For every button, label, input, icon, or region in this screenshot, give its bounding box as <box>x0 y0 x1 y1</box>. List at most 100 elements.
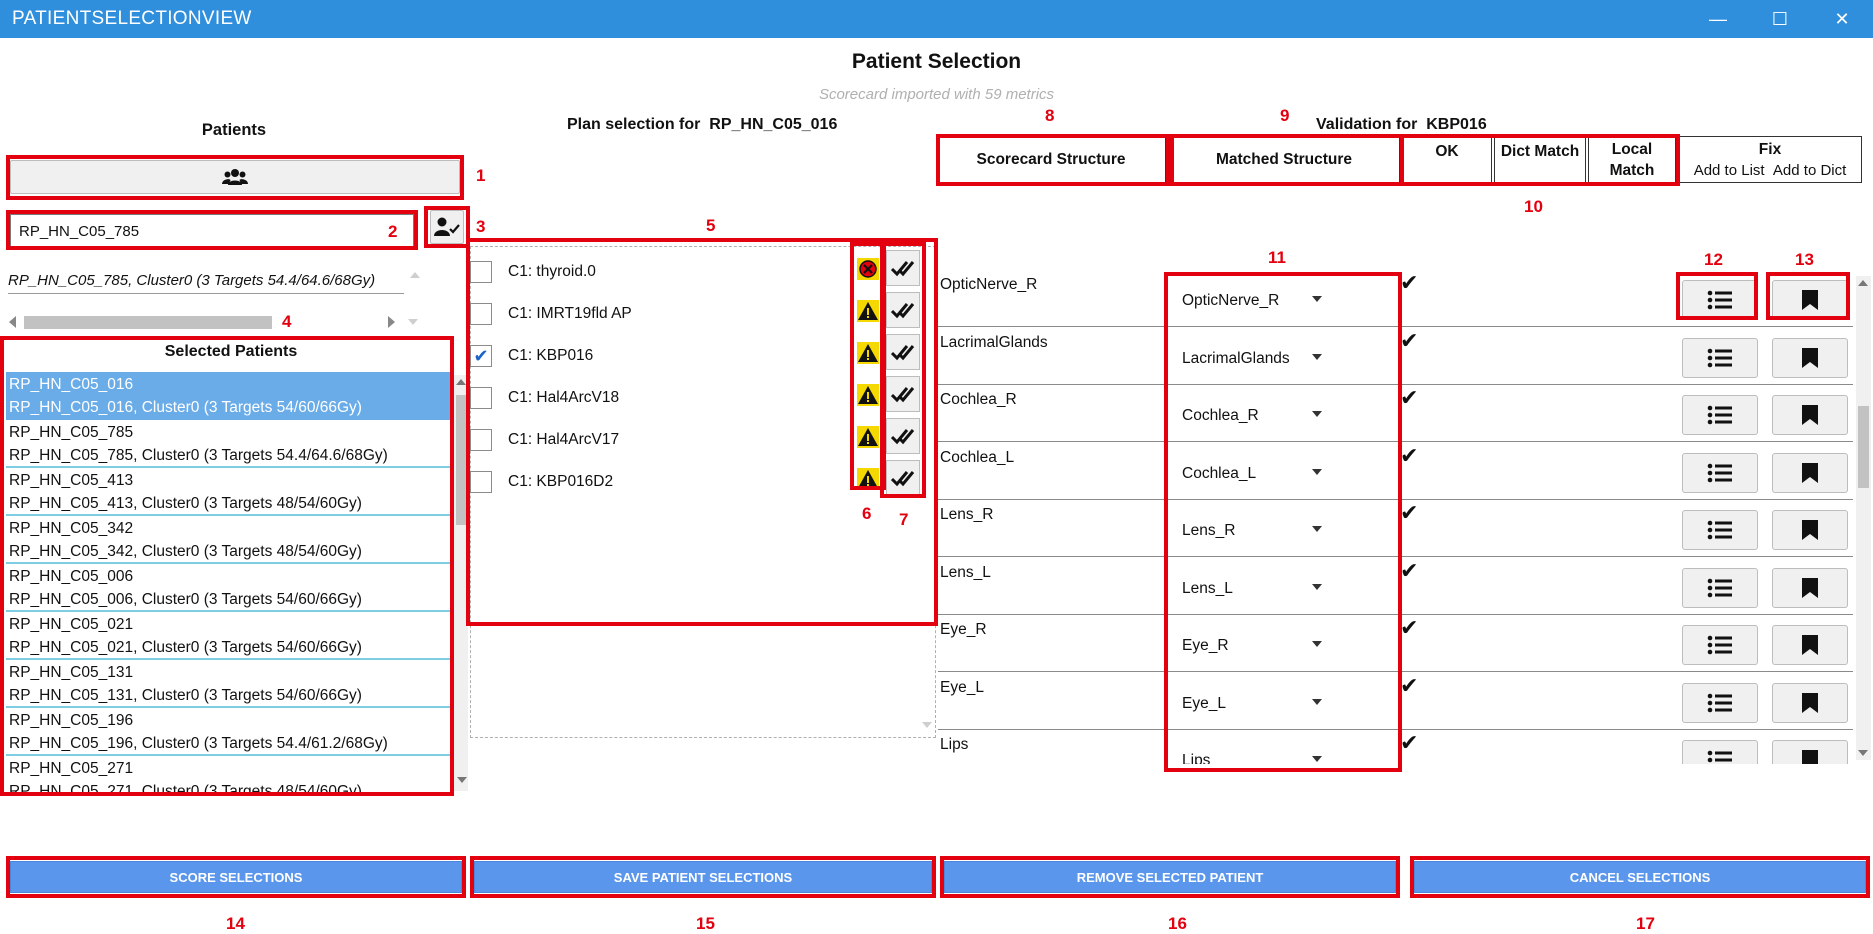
plan-checkbox[interactable] <box>470 429 492 451</box>
patient-search-input[interactable]: RP_HN_C05_785 <box>10 214 414 248</box>
callout-6: 6 <box>862 504 872 523</box>
patients-scroll-up-icon[interactable] <box>456 379 466 385</box>
double-check-icon <box>891 387 915 403</box>
plan-list-item[interactable]: C1: KBP016D2 <box>470 462 613 502</box>
remove-selected-patient-button[interactable]: REMOVE SELECTED PATIENT <box>944 861 1396 893</box>
double-check-icon <box>891 429 915 445</box>
add-to-list-button[interactable] <box>1682 280 1758 320</box>
add-to-list-button[interactable] <box>1682 510 1758 550</box>
warning-icon <box>857 426 879 448</box>
score-selections-button[interactable]: SCORE SELECTIONS <box>10 861 462 893</box>
add-to-dict-button[interactable] <box>1772 337 1848 378</box>
matched-structure-select[interactable]: Lens_R <box>1174 512 1328 550</box>
add-to-dict-button[interactable] <box>1772 567 1848 608</box>
matched-structure-select[interactable]: Eye_R <box>1174 627 1328 665</box>
matched-structure-select[interactable]: LacrimalGlands <box>1174 339 1328 378</box>
add-to-list-button[interactable] <box>1682 452 1758 493</box>
scorecard-structure-name: OpticNerve_R <box>940 276 1038 293</box>
save-patient-selections-button[interactable]: SAVE PATIENT SELECTIONS <box>474 861 932 893</box>
add-to-list-button[interactable] <box>1682 682 1758 723</box>
page-title: Patient Selection <box>851 50 1022 73</box>
header-add-dict-label: Add to Dict <box>1772 161 1847 179</box>
matched-structure-select[interactable]: Cochlea_R <box>1174 397 1328 435</box>
callout-13: 13 <box>1795 250 1814 269</box>
plan-checkbox[interactable] <box>470 303 492 325</box>
patient-list-item[interactable]: RP_HN_C05_785 RP_HN_C05_785, Cluster0 (3 … <box>6 420 452 468</box>
patient-list-item[interactable]: RP_HN_C05_016 RP_HN_C05_016, Cluster0 (3 … <box>6 372 452 420</box>
warning-icon <box>857 384 879 406</box>
add-patient-button[interactable] <box>430 210 464 244</box>
add-to-dict-button[interactable] <box>1772 280 1848 320</box>
plan-list-item[interactable]: C1: Hal4ArcV17 <box>470 420 619 460</box>
header-ok-label: OK <box>1435 143 1459 160</box>
scorecard-status: Scorecard imported with 59 metrics <box>818 86 1055 103</box>
plan-list-item[interactable]: C1: thyroid.0 <box>470 252 596 292</box>
patient-list-item[interactable]: RP_HN_C05_413 RP_HN_C05_413, Cluster0 (3 … <box>6 468 452 516</box>
add-to-dict-button[interactable] <box>1772 510 1848 550</box>
close-button[interactable]: ✕ <box>1814 0 1870 38</box>
plan-checkbox[interactable] <box>470 261 492 283</box>
add-to-list-button[interactable] <box>1682 395 1758 435</box>
add-to-list-button[interactable] <box>1682 740 1758 764</box>
patient-browser-button[interactable] <box>10 160 460 194</box>
validate-plan-button[interactable] <box>886 460 920 496</box>
add-to-dict-button[interactable] <box>1772 682 1848 723</box>
matched-structure-select[interactable]: Lens_L <box>1174 569 1328 608</box>
validate-plan-button[interactable] <box>886 292 920 328</box>
hscroll-thumb[interactable] <box>24 316 272 329</box>
patients-heading: Patients <box>201 121 267 139</box>
maximize-button[interactable]: ☐ <box>1752 0 1808 38</box>
list-icon <box>1707 635 1732 655</box>
add-to-dict-button[interactable] <box>1772 452 1848 493</box>
selected-patients-list[interactable]: RP_HN_C05_016 RP_HN_C05_016, Cluster0 (3 … <box>6 372 452 792</box>
plan-list-item[interactable]: C1: Hal4ArcV18 <box>470 378 619 418</box>
patient-list-item[interactable]: RP_HN_C05_271 RP_HN_C05_271, Cluster0 (3 … <box>6 756 452 792</box>
patient-list-item[interactable]: RP_HN_C05_342 RP_HN_C05_342, Cluster0 (3 … <box>6 516 452 564</box>
plan-list-item[interactable]: ✔ C1: KBP016 <box>470 336 593 376</box>
validate-plan-button[interactable] <box>886 334 920 370</box>
validation-scroll-thumb[interactable] <box>1858 406 1869 488</box>
add-to-list-button[interactable] <box>1682 567 1758 608</box>
hscroll-right-icon[interactable] <box>388 316 395 328</box>
validation-scroll-down-icon[interactable] <box>1858 750 1868 756</box>
matched-structure-select[interactable]: Eye_L <box>1174 684 1328 723</box>
patient-id: RP_HN_C05_342 <box>9 520 134 537</box>
patient-list-item[interactable]: RP_HN_C05_006 RP_HN_C05_006, Cluster0 (3 … <box>6 564 452 612</box>
matched-structure-select[interactable]: OpticNerve_R <box>1174 282 1328 320</box>
validate-plan-button[interactable] <box>886 250 920 286</box>
validate-plan-button[interactable] <box>886 376 920 412</box>
cancel-selections-button[interactable]: CANCEL SELECTIONS <box>1414 861 1866 893</box>
add-to-list-button[interactable] <box>1682 337 1758 378</box>
validation-row: OpticNerve_R OpticNerve_R ✔ <box>938 270 1853 327</box>
patient-list-item[interactable]: RP_HN_C05_021 RP_HN_C05_021, Cluster0 (3 … <box>6 612 452 660</box>
chevron-down-icon <box>1312 296 1322 302</box>
ok-check-icon: ✔ <box>1400 385 1419 410</box>
plan-list-item[interactable]: C1: IMRT19fld AP <box>470 294 632 334</box>
add-to-list-button[interactable] <box>1682 625 1758 665</box>
plan-checkbox[interactable] <box>470 387 492 409</box>
patients-scroll-down-icon[interactable] <box>457 777 467 783</box>
validation-scroll-up-icon[interactable] <box>1858 280 1868 286</box>
list-icon <box>1707 290 1732 310</box>
minimize-button[interactable]: — <box>1690 0 1746 38</box>
patient-list-item[interactable]: RP_HN_C05_131 RP_HN_C05_131, Cluster0 (3 … <box>6 660 452 708</box>
add-to-dict-button[interactable] <box>1772 625 1848 665</box>
matched-structure-select[interactable]: Lips <box>1174 742 1328 764</box>
header-fix-sub: Add to List Add to Dict <box>1694 160 1847 181</box>
scorecard-structure-name: Lens_L <box>940 563 991 581</box>
patients-scroll-thumb[interactable] <box>456 395 466 525</box>
validate-plan-button[interactable] <box>886 418 920 454</box>
plan-checkbox[interactable]: ✔ <box>470 345 492 367</box>
validation-row: Lips Lips ✔ <box>938 730 1853 764</box>
hscroll-left-icon[interactable] <box>9 316 16 328</box>
validation-rows[interactable]: OpticNerve_R OpticNerve_R ✔ LacrimalGlands L… <box>938 270 1853 764</box>
matched-structure-select[interactable]: Cochlea_L <box>1174 454 1328 493</box>
window-title: PATIENTSELECTIONVIEW <box>12 8 252 29</box>
plan-checkbox[interactable] <box>470 471 492 493</box>
patients-vscroll[interactable] <box>454 375 468 791</box>
patient-list-item[interactable]: RP_HN_C05_196 RP_HN_C05_196, Cluster0 (3 … <box>6 708 452 756</box>
add-to-dict-button[interactable] <box>1772 740 1848 764</box>
validation-vscroll[interactable] <box>1856 276 1871 760</box>
validation-row: Cochlea_L Cochlea_L ✔ <box>938 443 1853 500</box>
add-to-dict-button[interactable] <box>1772 395 1848 435</box>
